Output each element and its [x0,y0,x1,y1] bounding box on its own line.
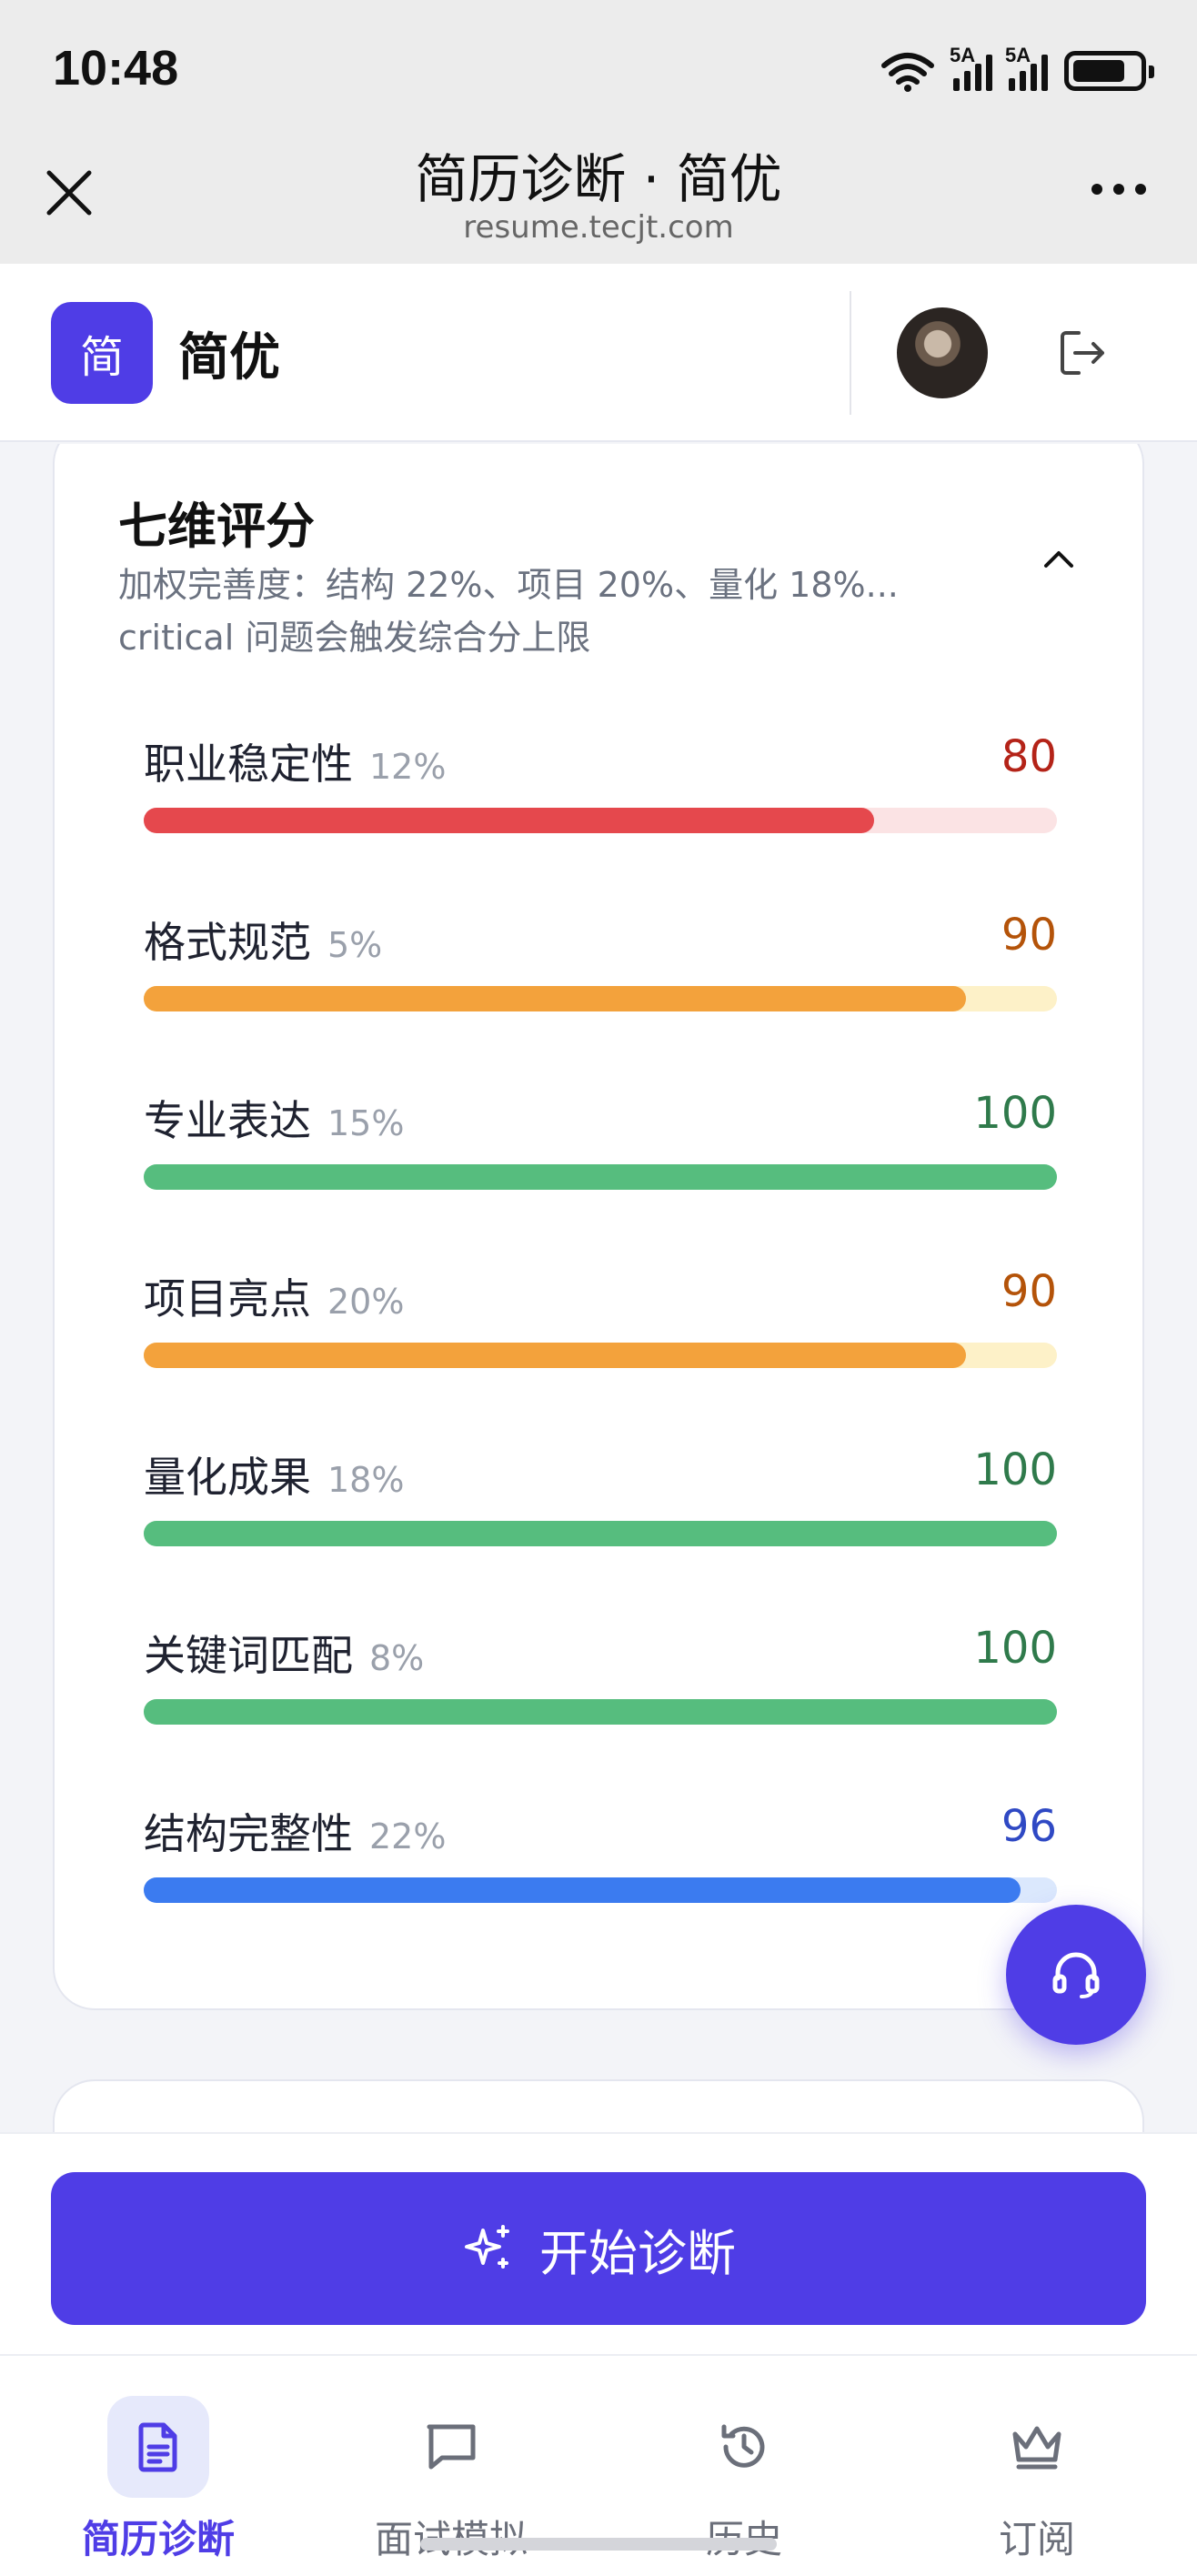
score-bar [144,1699,1057,1725]
dimension-weight: 5% [327,925,383,965]
more-icon[interactable] [1091,184,1146,195]
signal-icon: 5A [950,44,992,91]
dimension-score: 100 [973,1088,1057,1139]
sparkles-icon [465,2225,509,2269]
page-url: resume.tecjt.com [463,209,734,246]
dimension-score: 80 [1001,731,1057,782]
dimension-row: 职业稳定性 12% 80 [144,731,1057,868]
dimension-row: 项目亮点 20% 90 [144,1266,1057,1403]
score-bar-fill [144,808,875,833]
history-icon [721,2424,765,2468]
card-title: 七维评分 [118,498,315,555]
action-bar: 开始诊断 [0,2132,1197,2354]
score-bar-fill [144,1877,1021,1903]
chat-icon [427,2424,476,2470]
dimension-score: 96 [1001,1801,1057,1852]
score-bar [144,1521,1057,1546]
avatar[interactable] [897,307,988,398]
score-card: 七维评分 加权完善度：结构 22%、项目 20%、量化 18%... criti… [53,444,1144,2010]
document-icon [138,2422,177,2472]
nav-label: 面试模拟 [342,2509,560,2564]
home-indicator [420,2538,777,2551]
score-bar [144,808,1057,833]
dimension-weight: 18% [327,1460,405,1500]
dimension-row: 量化成果 18% 100 [144,1444,1057,1581]
dimension-score: 100 [973,1444,1057,1495]
nav-item-subscription[interactable]: 订阅 [928,2396,1146,2561]
dimension-score: 90 [1001,1266,1057,1317]
dimension-name: 量化成果 [144,1453,311,1502]
score-bar [144,1343,1057,1368]
dimension-row: 专业表达 15% 100 [144,1088,1057,1224]
wifi-icon [881,53,934,92]
dimension-name: 专业表达 [144,1096,311,1145]
score-bar-fill [144,1343,966,1368]
dimension-weight: 15% [327,1103,405,1143]
browser-chrome: 10:48 5A 5A 简历诊断 · 简优 resume.tecjt.com [0,0,1197,264]
card-subtitle: 加权完善度：结构 22%、项目 20%、量化 18%... critical 问… [118,565,899,658]
dimension-name: 职业稳定性 [144,740,353,789]
app-header: 简 简优 [0,264,1197,442]
content-area[interactable]: 七维评分 加权完善度：结构 22%、项目 20%、量化 18%... criti… [0,444,1197,2132]
nav-label: 订阅 [998,2517,1075,2561]
header-divider [850,291,851,415]
nav-label: 历史 [635,2509,853,2564]
status-icons: 5A 5A [879,44,1154,98]
page-title: 简历诊断 · 简优 [415,148,782,210]
score-bar [144,1164,1057,1190]
dimension-weight: 12% [369,747,447,787]
score-bar [144,986,1057,1011]
status-time: 10:48 [53,41,179,96]
dimension-name: 结构完整性 [144,1809,353,1858]
crown-icon [1012,2426,1061,2470]
dimension-row: 关键词匹配 8% 100 [144,1623,1057,1759]
nav-item-interview[interactable]: 面试模拟 [342,2396,560,2561]
chevron-up-icon[interactable] [1039,540,1079,580]
nav-label: 简历诊断 [81,2517,235,2561]
brand-name: 简优 [178,328,280,387]
dimension-name: 项目亮点 [144,1274,311,1323]
dimension-weight: 8% [369,1638,425,1678]
dimension-score: 100 [973,1623,1057,1674]
score-bar-fill [144,1521,1057,1546]
dimension-name: 格式规范 [144,918,311,967]
support-button[interactable] [1006,1905,1146,2045]
nav-item-history[interactable]: 历史 [635,2396,853,2561]
battery-icon [1064,51,1154,91]
signal-icon: 5A [1005,44,1048,91]
dimension-name: 关键词匹配 [144,1631,353,1680]
start-diagnosis-button[interactable]: 开始诊断 [51,2172,1146,2325]
dimension-score: 90 [1001,910,1057,961]
score-bar-fill [144,986,966,1011]
logout-icon[interactable] [1055,326,1110,380]
score-bar-fill [144,1164,1057,1190]
brand-logo[interactable]: 简 [51,302,153,404]
dimension-weight: 20% [327,1282,405,1322]
nav-item-resume-diagnosis[interactable]: 简历诊断 [49,2396,267,2561]
next-card [53,2079,1144,2132]
headset-icon [1052,1952,1100,1998]
dimension-row: 格式规范 5% 90 [144,910,1057,1046]
score-bar-fill [144,1699,1057,1725]
dimension-row: 结构完整性 22% 96 [144,1801,1057,1937]
dimension-weight: 22% [369,1816,447,1857]
start-diagnosis-label: 开始诊断 [539,2224,736,2282]
score-bar [144,1877,1057,1903]
